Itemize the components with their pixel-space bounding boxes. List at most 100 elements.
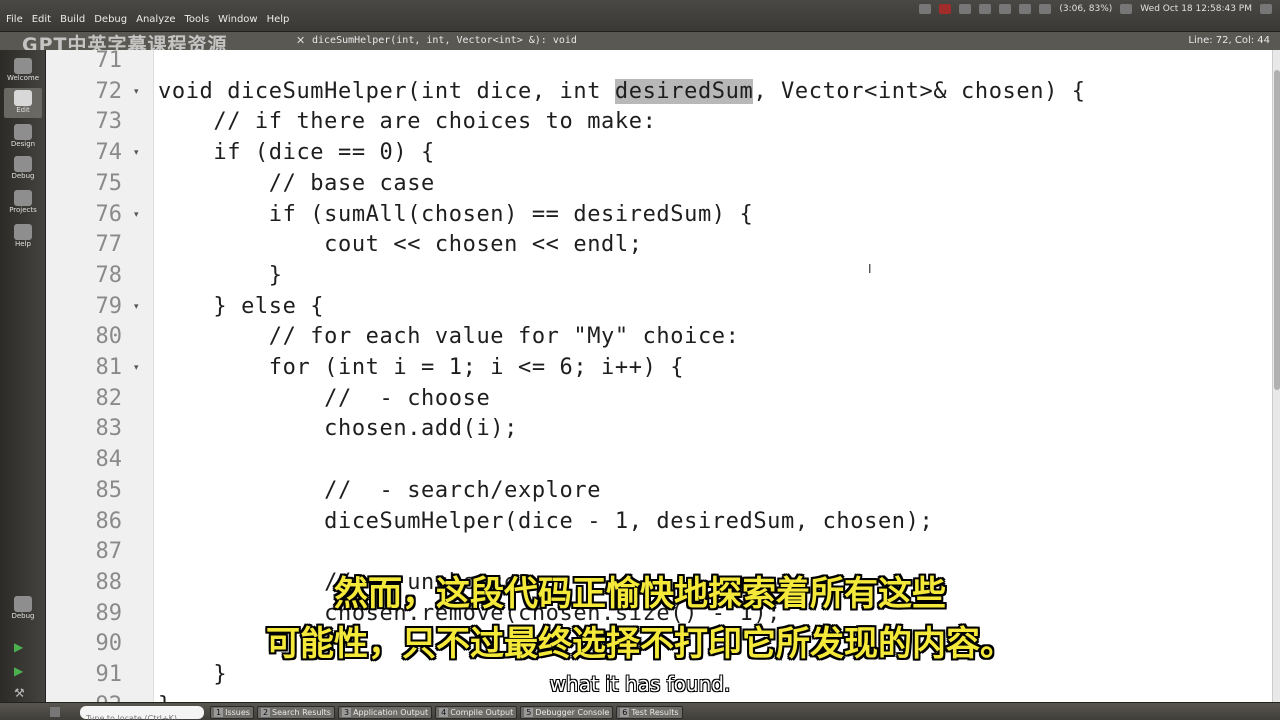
menu-window[interactable]: Window [218, 14, 257, 25]
code-line[interactable]: 72 ▾ void diceSumHelper(int dice, int desi… [46, 77, 1272, 107]
menu-file[interactable]: File [6, 14, 23, 25]
edit-icon [14, 90, 32, 106]
code-text: // - search/explore [158, 477, 602, 503]
output-tabs: 1 Issues 2 Search Results 3 Application Out… [210, 706, 683, 719]
tab-compile-output[interactable]: 4 Compile Output [435, 706, 518, 719]
code-text: // - choose [158, 385, 491, 411]
design-icon [14, 124, 32, 140]
tab-label: Test Results [631, 708, 679, 717]
line-number: 85 [95, 477, 123, 503]
code-line[interactable]: 85 // - search/explore [46, 476, 1272, 506]
volume-icon[interactable] [1120, 4, 1133, 14]
tab-label: Debugger Console [535, 708, 610, 717]
input-method-icon[interactable] [1019, 4, 1032, 14]
keyboard-icon[interactable] [979, 4, 992, 14]
code-line[interactable]: 74 ▾ if (dice == 0) { [46, 138, 1272, 168]
code-line[interactable]: 79 ▾ } else { [46, 292, 1272, 322]
code-line[interactable]: 75 // base case [46, 169, 1272, 199]
system-tray: (3:06, 83%) Wed Oct 18 12:58:43 PM [919, 2, 1272, 16]
locate-input[interactable] [86, 712, 206, 720]
toggle-sidebar-icon[interactable] [50, 707, 60, 717]
fold-marker-icon[interactable]: ▾ [134, 210, 139, 220]
tab-search-results[interactable]: 2 Search Results [256, 706, 335, 719]
code-line[interactable]: 83 chosen.add(i); [46, 414, 1272, 444]
subtitle-cn-line1: 然而，这段代码正愉快地探索着所有这些 [334, 574, 946, 614]
symbol-dropdown[interactable]: diceSumHelper(int, int, Vector<int> &): … [312, 35, 577, 46]
code-segment: void diceSumHelper(int dice, int [158, 78, 615, 104]
code-text: // for each value for "My" choice: [158, 324, 740, 350]
mode-help[interactable]: Help [4, 222, 42, 252]
code-text: if (dice == 0) { [158, 140, 435, 166]
battery-status: (3:06, 83%) [1059, 4, 1113, 14]
app-indicator-icon[interactable] [919, 4, 932, 14]
tab-label: Application Output [353, 708, 429, 717]
battery-icon[interactable] [1039, 4, 1052, 14]
close-document-icon[interactable]: ✕ [296, 34, 306, 47]
mode-edit[interactable]: Edit [4, 88, 42, 118]
menu-edit[interactable]: Edit [32, 14, 51, 25]
selected-identifier: desiredSum [614, 78, 754, 104]
mode-design[interactable]: Design [4, 122, 42, 152]
mode-label: Debug [11, 172, 35, 180]
code-line[interactable]: 82 // - choose [46, 384, 1272, 414]
mode-debug[interactable]: Debug [4, 154, 42, 184]
fold-marker-icon[interactable]: ▾ [134, 302, 139, 312]
tab-test-results[interactable]: 6 Test Results [616, 706, 683, 719]
code-line[interactable]: 71 [46, 50, 1272, 76]
menu-help[interactable]: Help [267, 14, 290, 25]
line-number: 86 [95, 508, 123, 534]
code-line[interactable]: 73 // if there are choices to make: [46, 107, 1272, 137]
mode-welcome[interactable]: Welcome [4, 56, 42, 86]
line-number: 87 [95, 539, 123, 565]
menu-build[interactable]: Build [60, 14, 85, 25]
notification-icon[interactable] [939, 4, 952, 14]
code-text: } [158, 262, 283, 288]
wifi-icon[interactable] [999, 4, 1012, 14]
code-line[interactable]: 76 ▾ if (sumAll(chosen) == desiredSum) { [46, 200, 1272, 230]
line-number: 74 [95, 140, 123, 166]
fold-marker-icon[interactable]: ▾ [134, 87, 139, 97]
tab-number: 3 [341, 708, 352, 717]
projects-icon [14, 190, 32, 206]
menu-analyze[interactable]: Analyze [136, 14, 175, 25]
top-menubar: File Edit Build Debug Analyze Tools Wind… [0, 0, 1280, 32]
code-text: diceSumHelper(dice - 1, desiredSum, chos… [158, 508, 934, 534]
tab-issues[interactable]: 1 Issues [210, 706, 254, 719]
subtitle-en: what it has found. [549, 672, 731, 696]
code-line[interactable]: 87 [46, 537, 1272, 567]
mouse-cursor-icon: I [868, 262, 872, 276]
welcome-icon [14, 58, 32, 74]
menu-list: File Edit Build Debug Analyze Tools Wind… [6, 14, 289, 25]
code-segment: , Vector<int>& chosen) { [753, 78, 1086, 104]
cursor-position[interactable]: Line: 72, Col: 44 [1188, 35, 1270, 46]
line-number: 73 [95, 109, 123, 135]
clock[interactable]: Wed Oct 18 12:58:43 PM [1140, 4, 1252, 14]
power-gear-icon[interactable] [1260, 4, 1272, 14]
line-number: 80 [95, 324, 123, 350]
code-line[interactable]: 77 cout << chosen << endl; [46, 230, 1272, 260]
tab-number: 5 [524, 708, 534, 717]
locator[interactable] [80, 706, 206, 720]
fold-marker-icon[interactable]: ▾ [134, 148, 139, 158]
code-line[interactable]: 81 ▾ for (int i = 1; i <= 6; i++) { [46, 353, 1272, 383]
dropbox-icon[interactable] [959, 4, 972, 14]
fold-marker-icon[interactable]: ▾ [134, 363, 139, 373]
tab-number: 6 [620, 708, 630, 717]
scrollbar-thumb[interactable] [1274, 70, 1280, 390]
code-text: // if there are choices to make: [158, 109, 657, 135]
menu-tools[interactable]: Tools [185, 14, 210, 25]
tab-label: Compile Output [450, 708, 514, 717]
code-text: chosen.add(i); [158, 416, 518, 442]
tab-application-output[interactable]: 3 Application Output [337, 706, 433, 719]
mode-label: Edit [16, 106, 30, 114]
code-line[interactable]: 78 } [46, 261, 1272, 291]
tab-number: 2 [260, 708, 271, 717]
tab-debugger-console[interactable]: 5 Debugger Console [520, 706, 614, 719]
code-line[interactable]: 80 // for each value for "My" choice: [46, 322, 1272, 352]
line-number: 81 [95, 355, 123, 380]
code-line[interactable]: 84 [46, 445, 1272, 475]
mode-label: Design [10, 140, 36, 148]
mode-projects[interactable]: Projects [4, 188, 42, 218]
code-line[interactable]: 86 diceSumHelper(dice - 1, desiredSum, c… [46, 507, 1272, 537]
menu-debug[interactable]: Debug [94, 14, 127, 25]
